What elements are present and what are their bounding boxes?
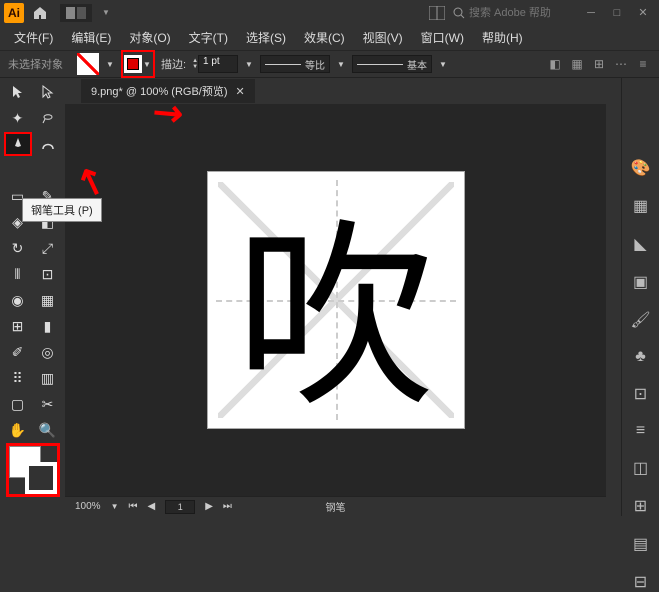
brush-basic[interactable]: 基本 xyxy=(352,55,432,73)
close-button[interactable]: ✕ xyxy=(631,4,655,22)
menu-effect[interactable]: 效果(C) xyxy=(296,27,353,48)
tooltip-row xyxy=(4,158,32,182)
menu-help[interactable]: 帮助(H) xyxy=(474,27,531,48)
stroke-label: 描边: xyxy=(161,56,186,72)
layout-switch-icon[interactable] xyxy=(60,4,92,22)
tab-bar: 9.png* @ 100% (RGB/预览) ✕ xyxy=(65,78,606,104)
profile-dropdown[interactable]: ▼ xyxy=(336,53,346,75)
transform-panel-icon[interactable]: ⊡ xyxy=(629,384,653,404)
brushes-panel-icon[interactable]: 🖌 xyxy=(629,310,653,330)
current-tool-label: 钢笔 xyxy=(326,499,346,514)
canvas[interactable]: 吹 xyxy=(65,104,606,496)
highlight-fill-box: ▼ xyxy=(121,50,155,78)
home-icon[interactable] xyxy=(30,3,50,23)
menu-object[interactable]: 对象(O) xyxy=(121,27,178,48)
mesh-tool[interactable]: ⊞ xyxy=(4,314,32,338)
curvature-tool[interactable] xyxy=(34,132,62,156)
zoom-level[interactable]: 100% xyxy=(75,501,101,512)
glyph-artwork: 吹 xyxy=(208,172,464,428)
align-icon[interactable]: ⊞ xyxy=(591,56,607,72)
chevron-down-icon[interactable]: ▼ xyxy=(102,8,110,17)
document-area: 9.png* @ 100% (RGB/预览) ✕ 吹 100% ▼ ⏮ ◀ ▶ … xyxy=(65,78,606,516)
nav-prev-icon[interactable]: ◀ xyxy=(148,501,156,512)
panel-toggle-icon[interactable]: ≡ xyxy=(635,56,651,72)
stroke-panel-icon[interactable]: ◣ xyxy=(629,234,653,254)
profile-uniform[interactable]: 等比 xyxy=(260,55,330,73)
magic-wand-tool[interactable]: ✦ xyxy=(4,106,32,130)
stroke-swatch[interactable] xyxy=(124,55,142,73)
stroke-dropdown[interactable]: ▼ xyxy=(142,53,152,75)
zoom-tool[interactable]: 🔍 xyxy=(34,418,62,442)
maximize-button[interactable]: □ xyxy=(605,4,629,22)
menu-file[interactable]: 文件(F) xyxy=(6,27,61,48)
symbols-panel-icon[interactable]: ♣ xyxy=(629,348,653,366)
titlebar: Ai ▼ ─ □ ✕ xyxy=(0,0,659,25)
menu-edit[interactable]: 编辑(E) xyxy=(63,27,119,48)
free-transform-tool[interactable]: ⊡ xyxy=(34,262,62,286)
column-graph-tool[interactable]: ▥ xyxy=(34,366,62,390)
layers-panel-icon[interactable]: ▤ xyxy=(629,534,653,554)
artboard-number[interactable] xyxy=(165,500,195,514)
pathfinder-panel-icon[interactable]: ◫ xyxy=(629,458,653,478)
control-bar: 未选择对象 ▼ ▼ 描边: ▲▼ 1 pt ▼ 等比 ▼ 基本 ▼ ◧ ▦ ⊞ … xyxy=(0,50,659,78)
artboard: 吹 xyxy=(207,171,465,429)
brush-dropdown[interactable]: ▼ xyxy=(438,53,448,75)
pen-tooltip: 钢笔工具 (P) xyxy=(22,198,102,222)
nav-next-icon[interactable]: ▶ xyxy=(205,501,213,512)
scale-tool[interactable]: ⤢ xyxy=(34,236,62,260)
arrange-docs-icon[interactable] xyxy=(429,6,445,20)
gradient-tool[interactable]: ▮ xyxy=(34,314,62,338)
width-tool[interactable]: ⫴ xyxy=(4,262,32,286)
nav-first-icon[interactable]: ⏮ xyxy=(129,501,138,512)
opacity-icon[interactable]: ◧ xyxy=(547,56,563,72)
style-icon[interactable]: ▦ xyxy=(569,56,585,72)
selection-status: 未选择对象 xyxy=(8,56,63,72)
menubar: 文件(F) 编辑(E) 对象(O) 文字(T) 选择(S) 效果(C) 视图(V… xyxy=(0,25,659,50)
symbol-sprayer-tool[interactable]: ⠿ xyxy=(4,366,32,390)
fill-swatch-none[interactable] xyxy=(77,53,99,75)
color-panel-icon[interactable]: 🎨 xyxy=(629,158,653,178)
vertical-scrollbar[interactable] xyxy=(606,78,621,516)
fill-stroke-indicator[interactable] xyxy=(9,446,57,494)
search-input[interactable] xyxy=(469,7,569,19)
menu-window[interactable]: 窗口(W) xyxy=(413,27,472,48)
perspective-tool[interactable]: ▦ xyxy=(34,288,62,312)
stroke-weight-dropdown[interactable]: ▼ xyxy=(244,53,254,75)
shape-builder-tool[interactable]: ◉ xyxy=(4,288,32,312)
menu-select[interactable]: 选择(S) xyxy=(238,27,294,48)
search-icon xyxy=(453,7,465,19)
rotate-tool[interactable]: ↻ xyxy=(4,236,32,260)
status-bar: 100% ▼ ⏮ ◀ ▶ ⏭ 钢笔 xyxy=(65,496,606,516)
right-panel-dock: 🎨 ▦ ◣ ▣ 🖌 ♣ ⊡ ≡ ◫ ⊞ ▤ ⊟ xyxy=(621,78,659,516)
selection-tool[interactable] xyxy=(4,80,32,104)
artboard-tool[interactable]: ▢ xyxy=(4,392,32,416)
toolbox: ✦ ▭ ✎ ◈ ◧ ↻ ⤢ ⫴ ⊡ ◉ ▦ ⊞ ▮ ✐ ◎ ⠿ ▥ ▢ ✂ ✋ … xyxy=(0,78,65,516)
libraries-panel-icon[interactable]: ▣ xyxy=(629,272,653,292)
tab-close-icon[interactable]: ✕ xyxy=(236,85,245,98)
menu-type[interactable]: 文字(T) xyxy=(181,27,236,48)
blend-tool[interactable]: ◎ xyxy=(34,340,62,364)
search-box[interactable] xyxy=(453,7,569,19)
minimize-button[interactable]: ─ xyxy=(579,4,603,22)
app-logo: Ai xyxy=(4,3,24,23)
fill-dropdown[interactable]: ▼ xyxy=(105,53,115,75)
stroke-weight-input[interactable]: 1 pt xyxy=(198,55,238,73)
stroke-indicator[interactable] xyxy=(25,462,57,494)
lasso-tool[interactable] xyxy=(34,106,62,130)
nav-last-icon[interactable]: ⏭ xyxy=(223,501,232,512)
swatches-panel-icon[interactable]: ▦ xyxy=(629,196,653,216)
appearance-panel-icon[interactable]: ⊞ xyxy=(629,496,653,516)
slice-tool[interactable]: ✂ xyxy=(34,392,62,416)
eyedropper-tool[interactable]: ✐ xyxy=(4,340,32,364)
direct-selection-tool[interactable] xyxy=(34,80,62,104)
align-panel-icon[interactable]: ≡ xyxy=(629,422,653,440)
zoom-dropdown-icon[interactable]: ▼ xyxy=(111,502,119,511)
stroke-weight-stepper[interactable]: ▲▼ 1 pt xyxy=(192,55,238,73)
hand-tool[interactable]: ✋ xyxy=(4,418,32,442)
menu-view[interactable]: 视图(V) xyxy=(355,27,411,48)
more-icon[interactable]: ⋯ xyxy=(613,56,629,72)
pen-tool[interactable] xyxy=(4,132,32,156)
properties-panel-icon[interactable]: ⊟ xyxy=(629,572,653,592)
